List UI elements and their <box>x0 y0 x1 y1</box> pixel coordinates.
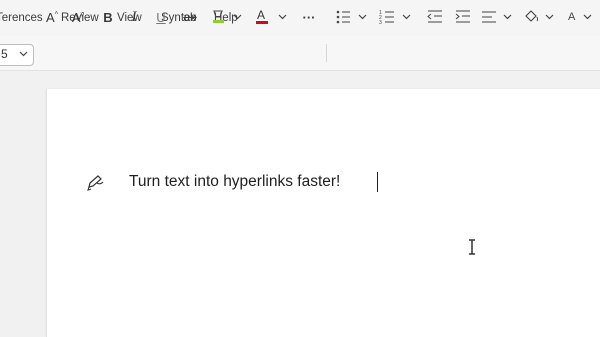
italic-icon: I <box>131 8 137 25</box>
ribbon-toolbar <box>0 36 600 71</box>
grow-font-icon: A^ <box>46 9 58 25</box>
text-cursor-icon <box>469 239 475 255</box>
align-button[interactable] <box>480 6 516 28</box>
svg-text:A: A <box>568 11 576 23</box>
font-color-icon: A <box>256 8 287 24</box>
svg-text:A: A <box>257 8 265 22</box>
svg-text:3: 3 <box>379 20 382 26</box>
more-options-button[interactable]: ··· <box>298 6 320 28</box>
document-page[interactable] <box>46 89 600 337</box>
shrink-font-button[interactable]: Av <box>70 6 86 28</box>
bold-icon: B <box>103 9 113 25</box>
increase-indent-icon <box>455 10 470 23</box>
font-size-value: 5 <box>1 47 8 61</box>
toolbar-divider <box>326 44 327 62</box>
shading-button[interactable] <box>522 6 558 28</box>
bullet-list-icon <box>336 10 367 24</box>
increase-indent-button[interactable] <box>452 6 474 28</box>
underline-button[interactable]: U <box>154 6 168 28</box>
strikethrough-icon: ab <box>183 10 197 24</box>
strikethrough-button[interactable]: ab <box>180 6 200 28</box>
highlight-color-button[interactable] <box>210 6 244 28</box>
styles-icon: A <box>568 11 592 23</box>
italic-button[interactable]: I <box>127 6 141 28</box>
document-text[interactable]: Turn text into hyperlinks faster! <box>129 173 340 191</box>
more-icon: ··· <box>302 9 316 25</box>
bullets-button[interactable] <box>334 6 370 28</box>
grow-font-button[interactable]: A^ <box>44 6 60 28</box>
menu-references[interactable]: Terences <box>0 12 43 24</box>
bold-button[interactable]: B <box>100 6 116 28</box>
align-left-icon <box>482 11 512 23</box>
decrease-indent-icon <box>427 10 442 23</box>
decrease-indent-button[interactable] <box>424 6 446 28</box>
font-size-dropdown[interactable]: 5 <box>0 44 34 66</box>
shrink-font-icon: Av <box>71 9 85 25</box>
underline-icon: U <box>156 9 166 25</box>
numbering-button[interactable]: 1 2 3 <box>378 6 414 28</box>
font-color-button[interactable]: A <box>254 6 290 28</box>
styles-button[interactable]: A <box>566 6 600 28</box>
text-caret <box>377 172 378 192</box>
chevron-down-icon <box>19 51 28 57</box>
paint-bucket-icon <box>525 10 554 22</box>
highlighter-icon <box>213 10 242 23</box>
numbered-list-icon: 1 2 3 <box>379 10 411 26</box>
pen-edit-icon <box>87 175 104 191</box>
